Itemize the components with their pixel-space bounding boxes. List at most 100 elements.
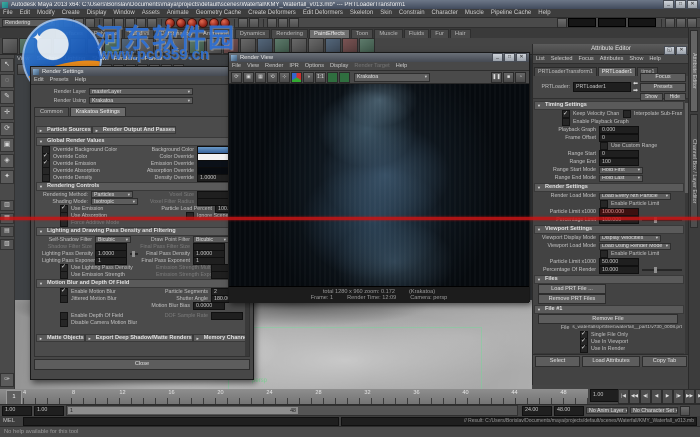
play-forwards-icon[interactable]: ▶ xyxy=(662,389,673,404)
menu-item[interactable]: Help xyxy=(396,63,408,69)
presets-button[interactable]: Presets xyxy=(640,83,686,92)
numeric-input-field[interactable] xyxy=(628,18,656,27)
step-forward-key-icon[interactable]: |▶ xyxy=(673,389,684,404)
construction-icon[interactable] xyxy=(249,17,259,28)
show-sidebar-icon[interactable] xyxy=(665,17,675,28)
exposure-icon[interactable] xyxy=(327,71,338,83)
render-using-dropdown[interactable]: Krakatoa ▾ xyxy=(89,97,193,104)
menu-item[interactable]: Display xyxy=(87,10,107,16)
percentage-of-render-slider[interactable] xyxy=(642,267,682,273)
motion-blur-bias-field[interactable]: 0.0000 xyxy=(193,301,225,310)
load-prt-file-button[interactable]: Load PRT File ... xyxy=(538,284,606,294)
maximize-button[interactable]: □ xyxy=(504,53,515,62)
color-management-icon[interactable] xyxy=(339,71,350,83)
shelf-tab[interactable]: Animation xyxy=(197,29,234,38)
override-density-checkbox[interactable] xyxy=(42,173,50,182)
select-component-icon[interactable] xyxy=(125,17,135,28)
close-button[interactable]: ✕ xyxy=(516,53,527,62)
snap-to-planes-icon[interactable] xyxy=(198,17,208,28)
pause-ipr-icon[interactable]: ❚❚ xyxy=(491,71,502,83)
panel-menu-item[interactable]: Panels xyxy=(145,56,163,62)
menu-item[interactable]: Render xyxy=(265,63,283,69)
section-header[interactable]: Timing Settings xyxy=(534,101,684,110)
render-settings-icon[interactable] xyxy=(289,17,299,28)
menu-item[interactable]: Edit Deformers xyxy=(303,10,343,16)
tab-krakatoa-settings[interactable]: Krakatoa Settings xyxy=(69,107,126,116)
shelf-icon[interactable] xyxy=(172,38,188,54)
menu-item[interactable]: Window xyxy=(113,10,134,16)
snap-to-curves-icon[interactable] xyxy=(176,17,186,28)
shelf-tab[interactable]: Rendering xyxy=(271,29,308,38)
shelf-icon[interactable] xyxy=(87,38,103,54)
current-frame-marker[interactable]: 1 xyxy=(6,390,22,404)
quick-select-field[interactable] xyxy=(568,18,596,27)
shelf-icon[interactable] xyxy=(206,38,222,54)
one-to-one-icon[interactable]: 1:1 xyxy=(315,71,326,83)
arrow-right-icon[interactable]: ➡ xyxy=(633,87,638,94)
playback-graph-field[interactable]: 0.000 xyxy=(599,126,639,134)
auto-keyframe-icon[interactable] xyxy=(680,405,690,416)
render-current-frame-icon[interactable] xyxy=(267,17,277,28)
arrow-left-icon[interactable]: ⬅ xyxy=(633,80,638,87)
section-header[interactable]: Render Output And Passes xyxy=(91,126,177,134)
lighting-pass-density-slider[interactable] xyxy=(130,250,138,257)
panel-toolbar-icon[interactable] xyxy=(17,63,28,75)
section-header[interactable]: Global Render Values xyxy=(36,137,248,146)
redo-render-icon[interactable]: ⟳ xyxy=(231,71,242,83)
menu-item[interactable]: Geometry Cache xyxy=(196,10,241,16)
command-line-mode[interactable]: MEL xyxy=(3,418,23,424)
menu-item[interactable]: Attributes xyxy=(600,56,624,62)
section-header[interactable]: Export Deep Shadow/Matte Renders xyxy=(84,334,193,342)
paint-select-tool-icon[interactable]: ✎ xyxy=(0,90,14,104)
render-load-mode-dropdown[interactable]: Load Every Nth Particle ▾ xyxy=(599,192,671,200)
go-to-start-icon[interactable]: |◀ xyxy=(618,389,629,404)
tab-prtloadertransform1[interactable]: PRTLoaderTransform1 xyxy=(534,67,597,76)
menu-item[interactable]: File xyxy=(232,63,241,69)
shelf-icon[interactable] xyxy=(36,38,52,54)
menu-item[interactable]: Help xyxy=(538,10,550,16)
copy-tab-button[interactable]: Copy Tab xyxy=(641,355,687,367)
shelf-tab[interactable]: Toon xyxy=(350,29,374,38)
viewport-load-mode-dropdown[interactable]: Load Using Render Mode ▾ xyxy=(599,242,671,250)
section-header[interactable]: File #2 xyxy=(534,353,684,354)
step-back-key-icon[interactable]: ◀| xyxy=(640,389,651,404)
tab-common[interactable]: Common xyxy=(34,107,69,116)
menu-item[interactable]: Render Target xyxy=(354,63,389,69)
layout-single-pane-icon[interactable]: ▥ xyxy=(0,200,14,211)
menu-item[interactable]: Edit xyxy=(34,77,44,83)
playback-start-field[interactable]: 1.00 xyxy=(34,405,64,416)
shelf-icon[interactable] xyxy=(70,38,86,54)
history-icon[interactable] xyxy=(238,17,248,28)
range-slider[interactable]: 1 48 xyxy=(66,405,518,416)
options-gear-icon[interactable]: ◔ xyxy=(515,71,526,83)
interpolate-subframes-checkbox[interactable] xyxy=(622,110,631,118)
menu-item[interactable]: Modify xyxy=(37,10,55,16)
step-back-frame-icon[interactable]: ◀◀ xyxy=(629,389,640,404)
alpha-channel-icon[interactable]: ◑ xyxy=(303,71,314,83)
frame-offset-field[interactable]: 0 xyxy=(599,134,639,142)
window-titlebar[interactable]: Autodesk Maya 2013 x64: C:\Users\Borisla… xyxy=(0,0,700,9)
make-live-icon[interactable] xyxy=(209,17,219,28)
section-header[interactable]: Rendering Controls xyxy=(36,182,248,191)
enable-playback-graph-checkbox[interactable] xyxy=(562,118,570,126)
select-hierarchy-icon[interactable] xyxy=(103,17,113,28)
sidebar-tab-channel-box[interactable]: Channel Box / Layer Editor xyxy=(690,114,698,228)
shelf-icon[interactable] xyxy=(121,38,137,54)
section-header[interactable]: Particle Sources xyxy=(36,126,92,134)
menu-item[interactable]: Constrain xyxy=(399,10,425,16)
ipr-render-icon[interactable] xyxy=(278,17,288,28)
menu-item[interactable]: IPR xyxy=(289,63,298,69)
keep-velocity-checkbox[interactable] xyxy=(562,110,570,118)
show-toolsettings-icon[interactable] xyxy=(687,17,697,28)
maximize-button[interactable]: □ xyxy=(675,0,686,9)
step-forward-frame-icon[interactable]: ▶▶ xyxy=(684,389,695,404)
menu-set-dropdown[interactable]: Rendering ▾ xyxy=(2,18,56,27)
field-selector-icon[interactable] xyxy=(557,17,567,28)
dock-icon[interactable]: ◱ xyxy=(664,46,675,55)
snap-toggle-icon[interactable] xyxy=(220,17,230,28)
section-header[interactable]: Viewport Settings xyxy=(534,225,684,234)
last-tool-icon[interactable]: ✦ xyxy=(0,170,14,184)
shelf-tab[interactable]: Deformation xyxy=(155,29,197,38)
character-set-dropdown[interactable]: No Character Set ▾ xyxy=(630,407,678,414)
rendered-image[interactable] xyxy=(229,84,529,287)
